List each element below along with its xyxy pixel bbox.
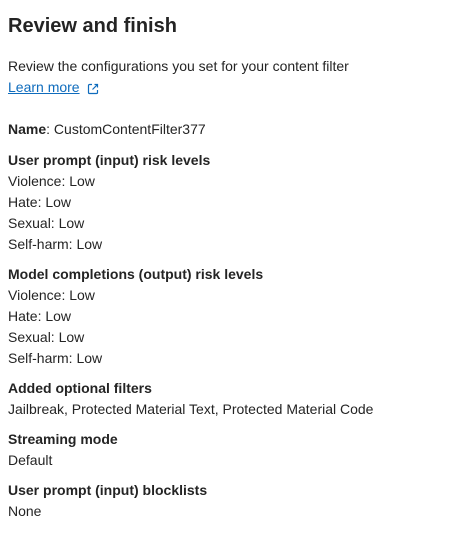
- page-title: Review and finish: [8, 15, 177, 37]
- section-title: Model completions (output) risk levels: [8, 266, 264, 282]
- streaming-mode-value: Default: [8, 452, 53, 468]
- output-risk-hate: Hate: Low: [8, 308, 72, 324]
- output-risk-section: Model completions (output) risk levels V…: [8, 264, 460, 369]
- output-risk-self-harm: Self-harm: Low: [8, 350, 103, 366]
- blocklists-section: User prompt (input) blocklists None: [8, 480, 460, 522]
- streaming-mode-section: Streaming mode Default: [8, 429, 460, 471]
- external-link-icon[interactable]: [86, 81, 100, 95]
- review-and-finish-panel: Review and finish Review the configurati…: [0, 0, 468, 537]
- name-separator: :: [46, 121, 54, 137]
- name-value: CustomContentFilter377: [53, 121, 206, 137]
- intro-text: Review the configurations you set for yo…: [8, 58, 349, 74]
- output-risk-violence: Violence: Low: [8, 287, 95, 303]
- section-title: Streaming mode: [8, 431, 118, 447]
- blocklists-value: None: [8, 503, 42, 519]
- input-risk-violence: Violence: Low: [8, 173, 95, 189]
- section-title: User prompt (input) blocklists: [8, 482, 208, 498]
- input-risk-section: User prompt (input) risk levels Violence…: [8, 150, 460, 255]
- section-title: User prompt (input) risk levels: [8, 152, 211, 168]
- section-title: Added optional filters: [8, 380, 152, 396]
- input-risk-self-harm: Self-harm: Low: [8, 236, 103, 252]
- name-row: Name: CustomContentFilter377: [8, 119, 460, 140]
- name-label: Name: [8, 121, 47, 137]
- input-risk-sexual: Sexual: Low: [8, 215, 85, 231]
- optional-filters-section: Added optional filters Jailbreak, Protec…: [8, 378, 460, 420]
- output-risk-sexual: Sexual: Low: [8, 329, 85, 345]
- learn-more-row: Learn more: [8, 77, 460, 98]
- optional-filters-value: Jailbreak, Protected Material Text, Prot…: [8, 401, 374, 417]
- learn-more-link[interactable]: Learn more: [8, 77, 80, 98]
- input-risk-hate: Hate: Low: [8, 194, 72, 210]
